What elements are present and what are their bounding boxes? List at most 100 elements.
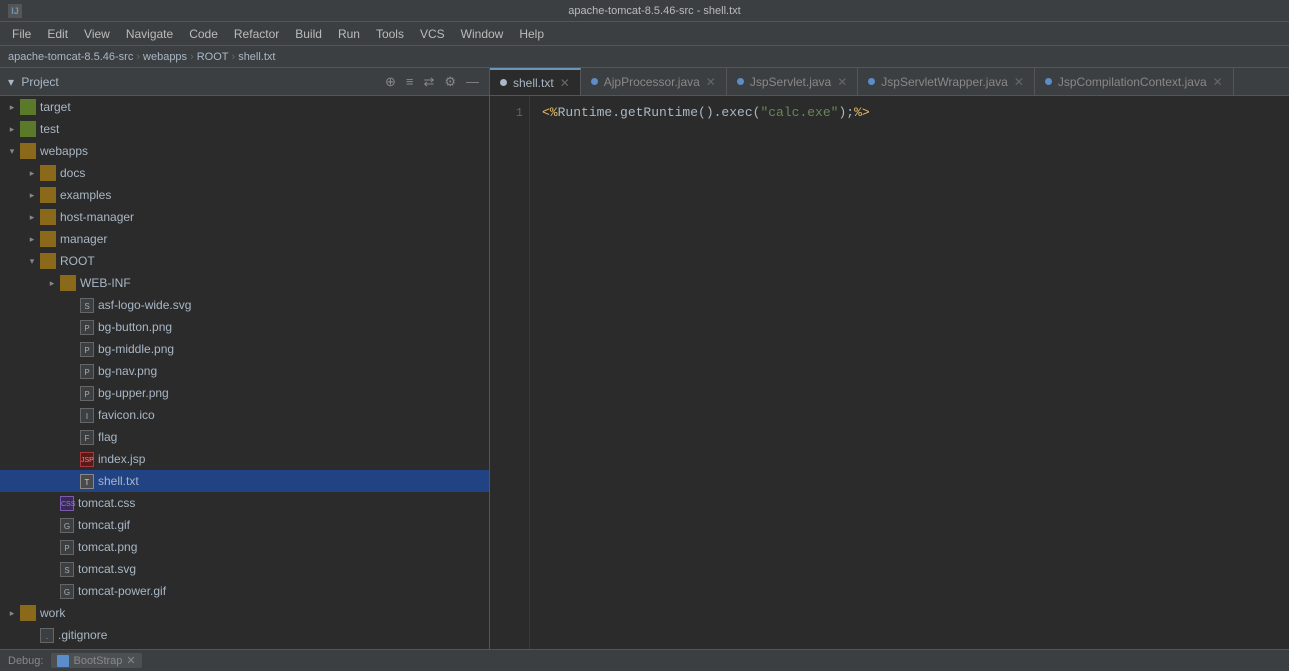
tree-item-tomcat-png[interactable]: P tomcat.png — [0, 536, 489, 558]
file-icon: P — [80, 364, 94, 379]
sidebar-header: ▾ Project ⊕ ≡ ⇄ ⚙ — — [0, 68, 489, 96]
expand-icon — [64, 385, 80, 401]
tree-item-ROOT[interactable]: ROOT — [0, 250, 489, 272]
menu-code[interactable]: Code — [181, 22, 226, 45]
item-label: .gitignore — [58, 628, 107, 642]
menu-edit[interactable]: Edit — [39, 22, 76, 45]
file-tree-container: target test webapps — [0, 96, 489, 649]
editor-content: 1 <%Runtime.getRuntime().exec("calc.exe"… — [490, 96, 1289, 649]
breadcrumb-file[interactable]: shell.txt — [238, 51, 275, 63]
tree-item-tomcat-power[interactable]: G tomcat-power.gif — [0, 580, 489, 602]
folder-icon — [40, 231, 56, 247]
tree-item-docs[interactable]: docs — [0, 162, 489, 184]
tab-jspservlet[interactable]: JspServlet.java ✕ — [727, 68, 858, 95]
expand-icon — [24, 231, 40, 247]
breadcrumb-root[interactable]: apache-tomcat-8.5.46-src — [8, 51, 133, 63]
tree-item-bg-nav[interactable]: P bg-nav.png — [0, 360, 489, 382]
menu-refactor[interactable]: Refactor — [226, 22, 287, 45]
tab-close-jspservletwrapper[interactable]: ✕ — [1014, 75, 1024, 89]
debug-tab-close-icon[interactable]: ✕ — [126, 654, 135, 667]
debug-tab-label: BootStrap — [73, 655, 122, 667]
menu-window[interactable]: Window — [453, 22, 512, 45]
tree-item-test[interactable]: test — [0, 118, 489, 140]
tab-close-ajp[interactable]: ✕ — [706, 75, 716, 89]
menu-view[interactable]: View — [76, 22, 118, 45]
app-icon: IJ — [8, 4, 22, 18]
code-tag-open: <% — [542, 105, 558, 120]
tree-item-WEB-INF[interactable]: WEB-INF — [0, 272, 489, 294]
file-icon-jsp: JSP — [80, 452, 94, 467]
item-label: WEB-INF — [80, 276, 131, 290]
tree-item-flag[interactable]: F flag — [0, 426, 489, 448]
tab-jspservletwrapper[interactable]: JspServletWrapper.java ✕ — [858, 68, 1035, 95]
sidebar-minimize-icon[interactable]: — — [464, 72, 481, 91]
tree-item-tomcat-css[interactable]: CSS tomcat.css — [0, 492, 489, 514]
expand-icon — [24, 187, 40, 203]
item-label: host-manager — [60, 210, 134, 224]
tree-item-bg-middle[interactable]: P bg-middle.png — [0, 338, 489, 360]
tree-item-build-properties[interactable]: B build.properties.default — [0, 646, 489, 649]
item-label: flag — [98, 430, 117, 444]
menu-run[interactable]: Run — [330, 22, 368, 45]
tree-item-shell-txt[interactable]: T shell.txt — [0, 470, 489, 492]
menu-bar: File Edit View Navigate Code Refactor Bu… — [0, 22, 1289, 46]
expand-icon — [64, 363, 80, 379]
tab-ajpprocessor[interactable]: AjpProcessor.java ✕ — [581, 68, 727, 95]
menu-file[interactable]: File — [4, 22, 39, 45]
tree-item-tomcat-svg[interactable]: S tomcat.svg — [0, 558, 489, 580]
tab-close-jspcompilation[interactable]: ✕ — [1213, 75, 1223, 89]
file-icon: G — [60, 584, 74, 599]
breadcrumb-webapps[interactable]: webapps — [143, 51, 187, 63]
folder-icon — [40, 187, 56, 203]
line-numbers: 1 — [490, 96, 530, 649]
tree-item-manager[interactable]: manager — [0, 228, 489, 250]
item-label: bg-middle.png — [98, 342, 174, 356]
tab-shell-txt[interactable]: shell.txt ✕ — [490, 68, 581, 95]
expand-icon — [64, 473, 80, 489]
menu-help[interactable]: Help — [511, 22, 552, 45]
tab-jspcompilationcontext[interactable]: JspCompilationContext.java ✕ — [1035, 68, 1234, 95]
sidebar-dropdown-icon: ▾ — [8, 75, 14, 89]
status-bar: Debug: BootStrap ✕ — [0, 649, 1289, 671]
expand-icon — [4, 99, 20, 115]
tree-item-examples[interactable]: examples — [0, 184, 489, 206]
sidebar-locate-icon[interactable]: ⊕ — [383, 72, 398, 92]
tree-item-bg-upper[interactable]: P bg-upper.png — [0, 382, 489, 404]
tree-item-webapps[interactable]: webapps — [0, 140, 489, 162]
tree-item-host-manager[interactable]: host-manager — [0, 206, 489, 228]
sidebar-settings-icon[interactable]: ⚙ — [442, 72, 458, 92]
code-line-1: <%Runtime.getRuntime().exec("calc.exe");… — [542, 104, 1277, 122]
menu-tools[interactable]: Tools — [368, 22, 412, 45]
tab-dot — [591, 78, 598, 85]
tab-close-jspservlet[interactable]: ✕ — [837, 75, 847, 89]
line-number-1: 1 — [490, 104, 523, 122]
menu-build[interactable]: Build — [287, 22, 330, 45]
tree-item-index-jsp[interactable]: JSP index.jsp — [0, 448, 489, 470]
menu-navigate[interactable]: Navigate — [118, 22, 181, 45]
menu-vcs[interactable]: VCS — [412, 22, 453, 45]
item-label: target — [40, 100, 71, 114]
tree-item-asf-logo[interactable]: S asf-logo-wide.svg — [0, 294, 489, 316]
expand-icon — [44, 495, 60, 511]
tree-item-work[interactable]: work — [0, 602, 489, 624]
expand-icon — [24, 253, 40, 269]
tab-dot — [868, 78, 875, 85]
debug-bootstrap-tab[interactable]: BootStrap ✕ — [51, 653, 141, 668]
code-area[interactable]: <%Runtime.getRuntime().exec("calc.exe");… — [530, 96, 1289, 649]
file-icon: F — [80, 430, 94, 445]
folder-icon — [20, 121, 36, 137]
tab-close-shell[interactable]: ✕ — [560, 76, 570, 90]
sidebar-sort-icon[interactable]: ⇄ — [421, 72, 436, 92]
sidebar-title: ▾ Project — [8, 75, 383, 89]
tree-item-favicon[interactable]: I favicon.ico — [0, 404, 489, 426]
item-label: shell.txt — [98, 474, 139, 488]
code-text-runtime: Runtime.getRuntime().exec( — [558, 105, 761, 120]
sidebar-expand-icon[interactable]: ≡ — [404, 72, 416, 91]
item-label: tomcat-power.gif — [78, 584, 166, 598]
code-text-end: ); — [838, 105, 854, 120]
tree-item-tomcat-gif[interactable]: G tomcat.gif — [0, 514, 489, 536]
tree-item-gitignore[interactable]: . .gitignore — [0, 624, 489, 646]
tree-item-bg-button[interactable]: P bg-button.png — [0, 316, 489, 338]
breadcrumb-root-folder[interactable]: ROOT — [197, 51, 229, 63]
tree-item-target[interactable]: target — [0, 96, 489, 118]
